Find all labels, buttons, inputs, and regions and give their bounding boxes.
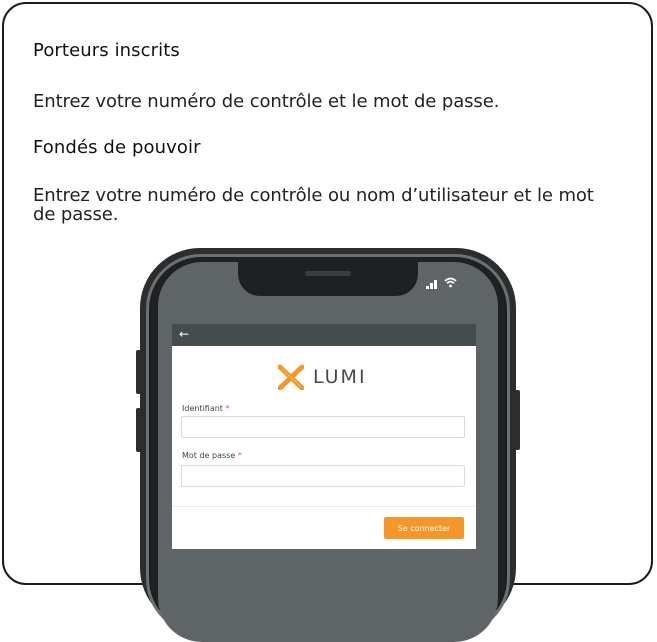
signal-icon xyxy=(426,278,440,289)
wifi-icon xyxy=(444,277,457,288)
username-label: Identifiant * xyxy=(182,404,230,413)
back-arrow-icon[interactable]: ← xyxy=(179,327,189,341)
phone-notch xyxy=(238,262,418,296)
section-text-proxyholders: Entrez votre numéro de contrôle ou nom d… xyxy=(33,185,594,225)
login-button[interactable]: Se connecter xyxy=(384,517,464,539)
phone-power-button xyxy=(515,390,520,450)
phone-speaker xyxy=(305,271,351,276)
section-title-proxyholders: Fondés de pouvoir xyxy=(33,137,201,158)
password-input[interactable] xyxy=(181,465,465,487)
app-bar: ← xyxy=(172,324,476,346)
lumi-x-icon xyxy=(278,364,304,390)
login-panel: LUMI Identifiant * Mot de passe * Se con… xyxy=(172,346,476,549)
logo-wordmark: LUMI xyxy=(313,366,367,388)
phone-volume-button xyxy=(136,350,141,394)
section-title-registered-holders: Porteurs inscrits xyxy=(33,40,180,61)
username-input[interactable] xyxy=(181,416,465,438)
section-text-registered-holders: Entrez votre numéro de contrôle et le mo… xyxy=(33,91,500,112)
password-label: Mot de passe * xyxy=(182,451,242,460)
status-bar xyxy=(424,277,464,292)
form-divider xyxy=(172,506,476,507)
phone-volume-button xyxy=(136,408,141,452)
